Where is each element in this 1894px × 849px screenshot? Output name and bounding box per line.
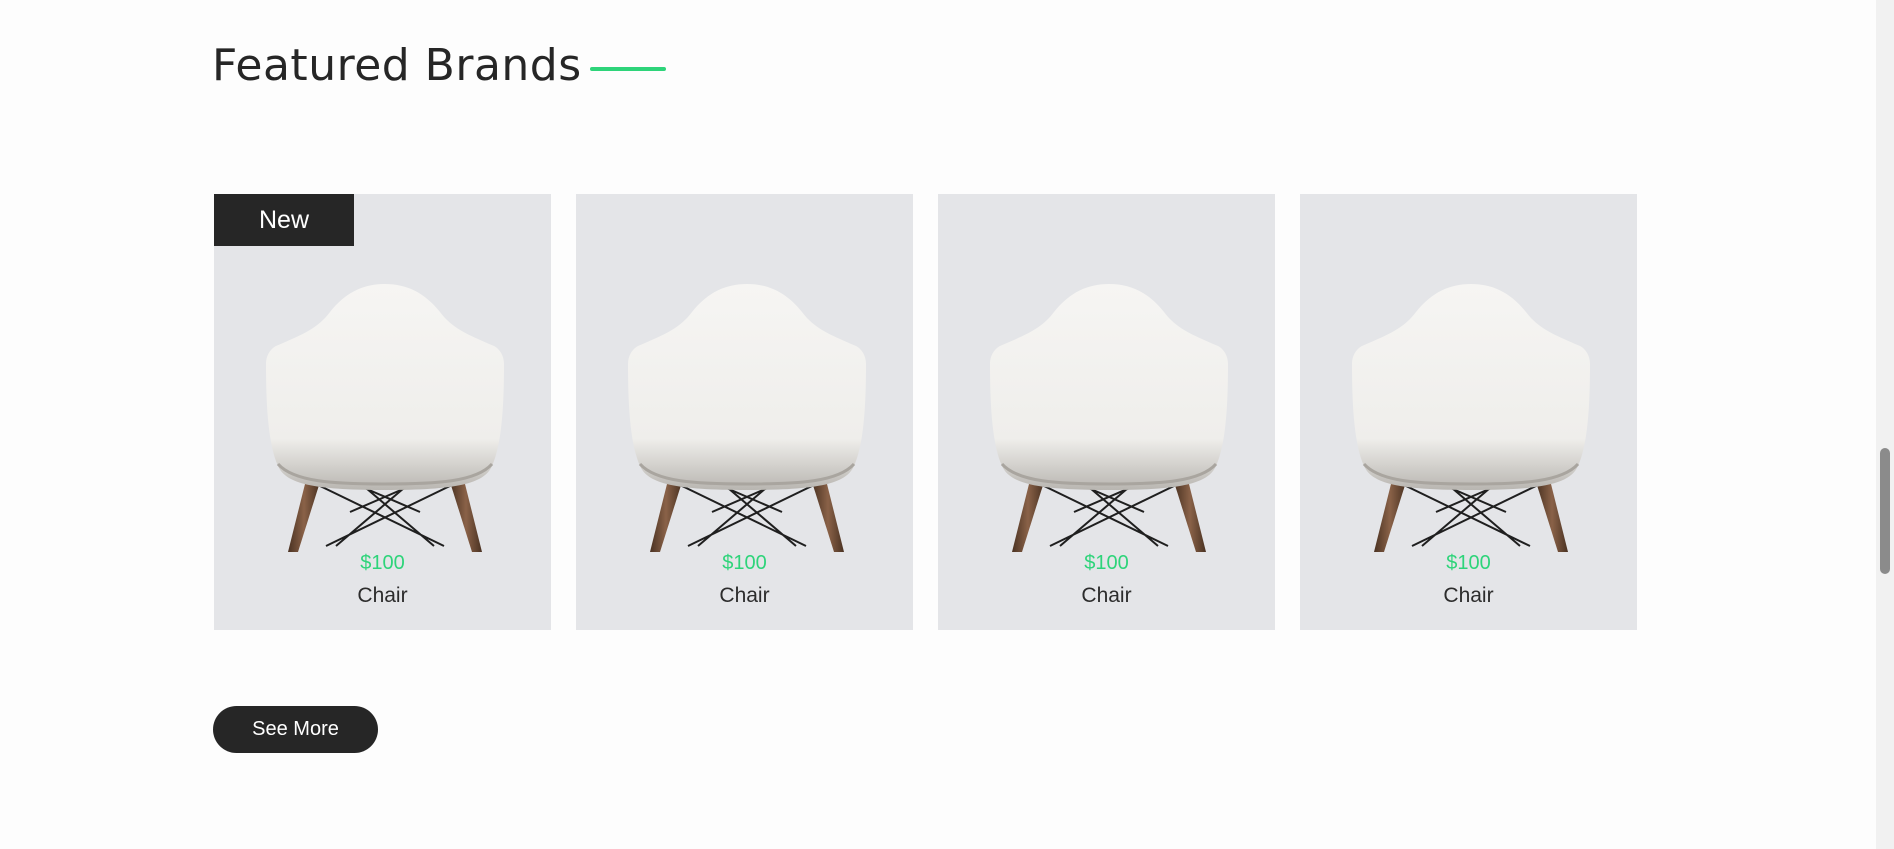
title-accent-line bbox=[589, 66, 666, 71]
new-badge: New bbox=[214, 194, 354, 246]
vertical-scrollbar[interactable] bbox=[1876, 0, 1894, 849]
product-name[interactable]: Chair bbox=[1300, 584, 1637, 608]
section-title: Featured Brands bbox=[212, 40, 582, 91]
scrollbar-thumb[interactable] bbox=[1880, 448, 1890, 574]
section-header: Featured Brands bbox=[212, 40, 666, 91]
chair-image bbox=[628, 284, 866, 552]
product-price: $100 bbox=[1446, 552, 1491, 574]
product-card[interactable]: $100 Chair bbox=[576, 194, 913, 630]
chair-image bbox=[1352, 284, 1590, 552]
page: Featured Brands New $100 Chair $100 Chai… bbox=[0, 0, 1894, 849]
product-name[interactable]: Chair bbox=[576, 584, 913, 608]
product-card[interactable]: $100 Chair bbox=[1300, 194, 1637, 630]
see-more-button[interactable]: See More bbox=[213, 706, 378, 753]
product-price: $100 bbox=[360, 552, 405, 574]
product-card[interactable]: $100 Chair bbox=[938, 194, 1275, 630]
product-name[interactable]: Chair bbox=[214, 584, 551, 608]
product-name[interactable]: Chair bbox=[938, 584, 1275, 608]
product-card[interactable]: New $100 Chair bbox=[214, 194, 551, 630]
product-price: $100 bbox=[1084, 552, 1129, 574]
product-grid: New $100 Chair $100 Chair $100 Chair $10… bbox=[214, 194, 1637, 630]
chair-image bbox=[990, 284, 1228, 552]
product-price: $100 bbox=[722, 552, 767, 574]
chair-image bbox=[266, 284, 504, 552]
